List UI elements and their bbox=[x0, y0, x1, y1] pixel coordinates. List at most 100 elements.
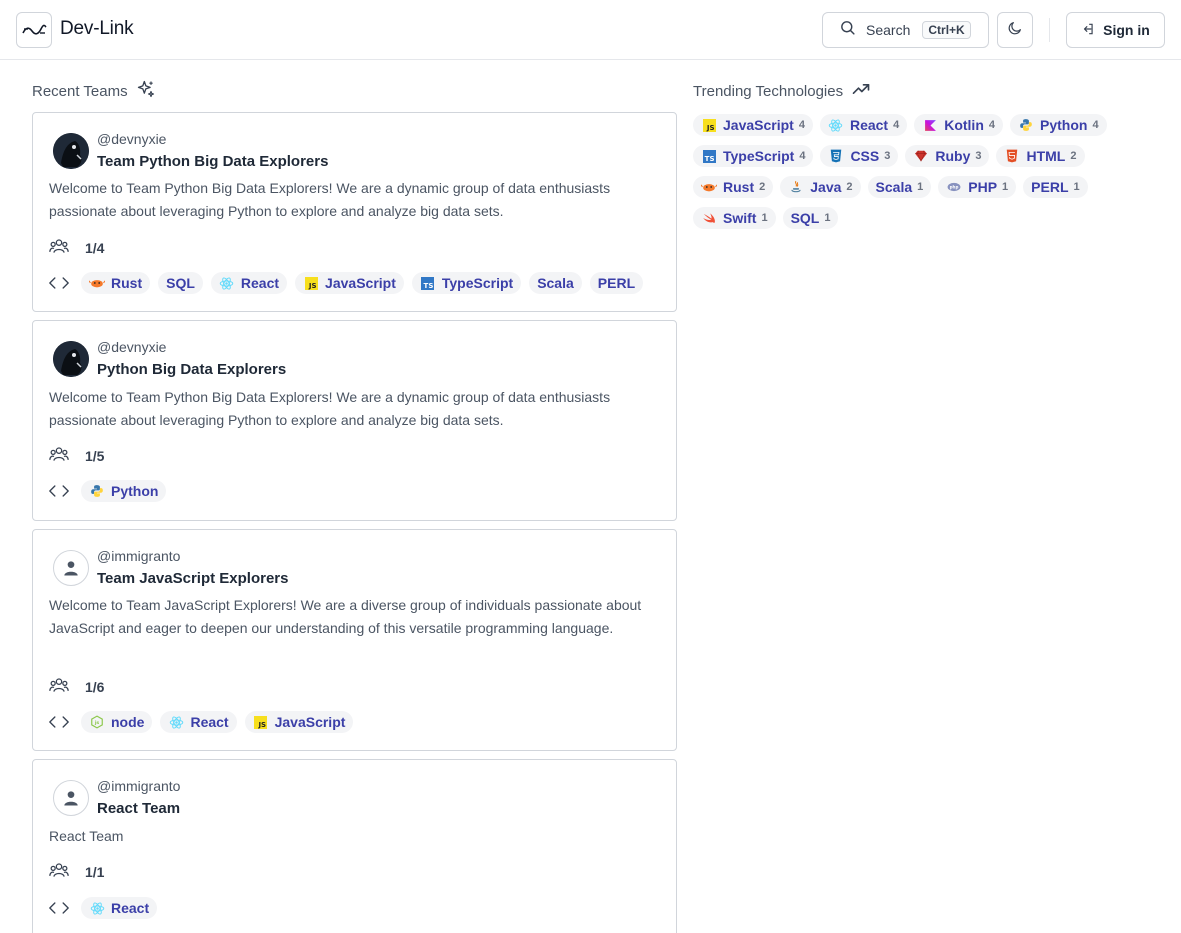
tech-label: node bbox=[111, 714, 145, 730]
trending-chip-java[interactable]: Java 2 bbox=[780, 176, 861, 198]
tech-count: 1 bbox=[917, 181, 924, 193]
users-icon bbox=[49, 676, 69, 697]
search-label: Search bbox=[866, 22, 911, 38]
tech-label: Java bbox=[810, 179, 842, 195]
tech-label: Rust bbox=[111, 275, 143, 291]
trending-chip-sql[interactable]: SQL 1 bbox=[782, 207, 839, 229]
tech-chip-sql[interactable]: SQL bbox=[158, 272, 203, 294]
trending-row: Rust 2 Java 2 Scala 1 php PHP 1 PERL 1 bbox=[693, 176, 1163, 198]
trending-chip-css[interactable]: CSS 3 bbox=[820, 145, 899, 167]
tech-label: Ruby bbox=[935, 148, 971, 164]
trending-chip-scala[interactable]: Scala 1 bbox=[867, 176, 932, 198]
tech-chip-react[interactable]: React bbox=[81, 897, 158, 919]
team-card[interactable]: @immigranto React Team React Team 1/1 Re… bbox=[32, 759, 677, 933]
team-owner-handle[interactable]: @devnyxie bbox=[97, 131, 166, 147]
trending-up-icon bbox=[851, 79, 871, 103]
tech-chip-perl[interactable]: PERL bbox=[589, 272, 644, 294]
trending-technologies-list: JS JavaScript 4 React 4 Kotlin 4 Python … bbox=[693, 114, 1163, 238]
team-members: 1/1 bbox=[49, 861, 104, 882]
team-card[interactable]: @devnyxie Python Big Data Explorers Welc… bbox=[32, 320, 677, 521]
search-button[interactable]: Search Ctrl+K bbox=[822, 12, 989, 48]
team-name[interactable]: React Team bbox=[97, 800, 180, 817]
tech-label: TypeScript bbox=[723, 148, 795, 164]
tech-label: PERL bbox=[1031, 179, 1069, 195]
react-icon bbox=[89, 900, 105, 916]
tech-label: Rust bbox=[723, 179, 755, 195]
sign-in-button[interactable]: Sign in bbox=[1066, 12, 1165, 48]
trending-chip-python[interactable]: Python 4 bbox=[1010, 114, 1107, 136]
tech-count: 4 bbox=[798, 119, 805, 131]
ruby-icon bbox=[913, 148, 929, 164]
trending-chip-kotlin[interactable]: Kotlin 4 bbox=[914, 114, 1003, 136]
team-technologies: Python bbox=[49, 480, 167, 502]
member-count: 1/6 bbox=[85, 678, 105, 695]
team-description: Welcome to Team JavaScript Explorers! We… bbox=[49, 597, 642, 636]
trending-chip-javascript[interactable]: JS JavaScript 4 bbox=[693, 114, 813, 136]
tech-chip-javascript[interactable]: JS JavaScript bbox=[295, 272, 404, 294]
tech-chip-react[interactable]: React bbox=[210, 272, 288, 294]
trending-title: Trending Technologies bbox=[693, 82, 844, 100]
avatar[interactable] bbox=[53, 133, 89, 169]
tech-label: Python bbox=[1040, 117, 1088, 133]
tech-chip-scala[interactable]: Scala bbox=[529, 272, 582, 294]
trending-chip-rust[interactable]: Rust 2 bbox=[693, 176, 774, 198]
tech-label: React bbox=[111, 900, 150, 916]
trending-chip-php[interactable]: php PHP 1 bbox=[938, 176, 1017, 198]
tech-chip-rust[interactable]: Rust bbox=[81, 272, 151, 294]
kotlin-icon bbox=[922, 117, 938, 133]
tech-count: 1 bbox=[761, 212, 768, 224]
tech-count: 3 bbox=[975, 150, 982, 162]
typescript-icon: TS bbox=[701, 148, 717, 164]
svg-text:php: php bbox=[950, 184, 959, 189]
brand-name[interactable]: Dev-Link bbox=[60, 18, 134, 40]
trending-chip-react[interactable]: React 4 bbox=[819, 114, 908, 136]
tech-label: TypeScript bbox=[441, 275, 514, 291]
team-technologies: Rust SQL React JS JavaScript TS TypeScri… bbox=[49, 272, 644, 294]
trending-chip-ruby[interactable]: Ruby 3 bbox=[905, 145, 990, 167]
trending-chip-perl[interactable]: PERL 1 bbox=[1023, 176, 1088, 198]
react-icon bbox=[219, 275, 235, 291]
team-owner-handle[interactable]: @devnyxie bbox=[97, 339, 166, 355]
trending-chip-html[interactable]: HTML 2 bbox=[996, 145, 1085, 167]
tech-chip-node[interactable]: js node bbox=[81, 711, 153, 733]
code-icon bbox=[49, 273, 69, 293]
tech-label: React bbox=[240, 275, 280, 291]
team-name[interactable]: Team Python Big Data Explorers bbox=[97, 153, 328, 170]
moon-icon bbox=[1007, 20, 1023, 41]
team-owner-handle[interactable]: @immigranto bbox=[97, 548, 180, 564]
trending-chip-typescript[interactable]: TS TypeScript 4 bbox=[693, 145, 814, 167]
tech-count: 3 bbox=[884, 150, 891, 162]
swift-icon bbox=[701, 210, 717, 226]
theme-toggle-button[interactable] bbox=[997, 12, 1033, 48]
trending-chip-swift[interactable]: Swift 1 bbox=[693, 207, 776, 229]
trending-row: JS JavaScript 4 React 4 Kotlin 4 Python … bbox=[693, 114, 1163, 136]
tech-chip-javascript[interactable]: JS JavaScript bbox=[244, 711, 354, 733]
python-icon bbox=[89, 483, 105, 499]
tech-label: Scala bbox=[537, 275, 574, 291]
tech-label: PHP bbox=[968, 179, 998, 195]
avatar[interactable] bbox=[53, 341, 89, 377]
avatar[interactable] bbox=[53, 780, 89, 816]
typescript-icon: TS bbox=[420, 275, 436, 291]
recent-teams-title: Recent Teams bbox=[32, 82, 128, 100]
code-icon bbox=[49, 898, 69, 918]
tech-chip-react[interactable]: React bbox=[160, 711, 237, 733]
member-count: 1/5 bbox=[85, 447, 105, 464]
tech-count: 4 bbox=[893, 119, 900, 131]
users-icon bbox=[49, 445, 69, 466]
team-owner-handle[interactable]: @immigranto bbox=[97, 778, 180, 794]
team-name[interactable]: Python Big Data Explorers bbox=[97, 361, 286, 378]
team-card[interactable]: @immigranto Team JavaScript Explorers We… bbox=[32, 529, 677, 751]
team-description: Welcome to Team Python Big Data Explorer… bbox=[49, 389, 611, 428]
tech-label: SQL bbox=[166, 275, 195, 291]
tech-count: 2 bbox=[1070, 150, 1077, 162]
avatar[interactable] bbox=[53, 550, 89, 586]
sparkles-icon bbox=[136, 79, 156, 103]
team-name[interactable]: Team JavaScript Explorers bbox=[97, 570, 288, 587]
tech-count: 4 bbox=[799, 150, 806, 162]
tech-label: Scala bbox=[875, 179, 913, 195]
tech-chip-typescript[interactable]: TS TypeScript bbox=[411, 272, 522, 294]
team-card[interactable]: @devnyxie Team Python Big Data Explorers… bbox=[32, 112, 677, 312]
tech-chip-python[interactable]: Python bbox=[81, 480, 167, 502]
logo-icon[interactable] bbox=[16, 12, 52, 48]
